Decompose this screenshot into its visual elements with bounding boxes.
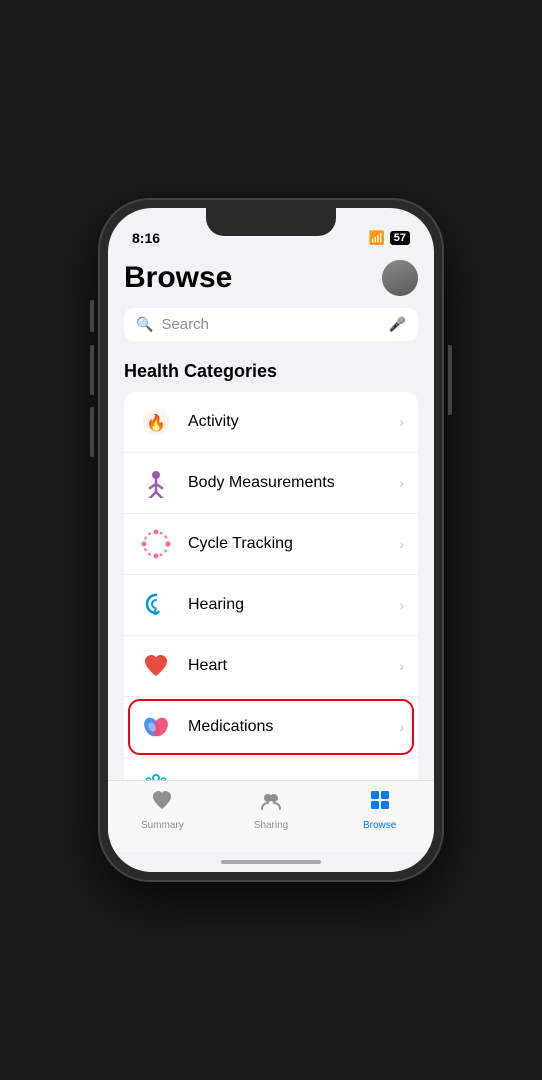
- search-placeholder-text: Search: [161, 316, 380, 333]
- page-header: Browse: [124, 252, 418, 308]
- home-bar: [221, 860, 321, 864]
- category-label: Medications: [188, 718, 399, 736]
- page-title: Browse: [124, 261, 232, 295]
- tab-browse-label: Browse: [363, 820, 396, 831]
- tab-summary[interactable]: Summary: [108, 789, 217, 831]
- list-item[interactable]: Hearing ›: [124, 575, 418, 636]
- microphone-icon[interactable]: 🎤: [389, 316, 406, 333]
- mindfulness-icon: [138, 770, 174, 780]
- chevron-right-icon: ›: [399, 475, 404, 491]
- status-time: 8:16: [132, 230, 160, 246]
- sharing-icon: [260, 789, 282, 817]
- category-label: Mindfulness: [188, 779, 399, 780]
- tab-bar: Summary Sharing: [108, 780, 434, 852]
- svg-text:🔥: 🔥: [146, 413, 166, 432]
- scroll-content: Browse 🔍 Search 🎤 Health Categories: [108, 252, 434, 780]
- hearing-icon: [138, 587, 174, 623]
- avatar-image: [382, 260, 418, 296]
- chevron-right-icon: ›: [399, 597, 404, 613]
- section-title: Health Categories: [124, 361, 418, 382]
- chevron-right-icon: ›: [399, 536, 404, 552]
- chevron-right-icon: ›: [399, 658, 404, 674]
- volume-down-button: [90, 407, 94, 457]
- search-bar[interactable]: 🔍 Search 🎤: [124, 308, 418, 341]
- browse-icon: [369, 789, 391, 817]
- list-item[interactable]: Heart ›: [124, 636, 418, 697]
- category-label: Activity: [188, 413, 399, 431]
- list-item[interactable]: Mindfulness ›: [124, 758, 418, 780]
- activity-icon: 🔥: [138, 404, 174, 440]
- heart-icon: [138, 648, 174, 684]
- phone-frame: 8:16 📶 57 Browse 🔍 Search 🎤 Heal: [100, 200, 442, 880]
- chevron-right-icon: ›: [399, 719, 404, 735]
- list-item[interactable]: Body Measurements ›: [124, 453, 418, 514]
- phone-screen: 8:16 📶 57 Browse 🔍 Search 🎤 Heal: [108, 208, 434, 872]
- category-label: Hearing: [188, 596, 399, 614]
- chevron-right-icon: ›: [399, 414, 404, 430]
- status-icons: 📶 57: [369, 230, 410, 246]
- category-label: Heart: [188, 657, 399, 675]
- power-button: [448, 345, 452, 415]
- category-list: 🔥 Activity ›: [124, 392, 418, 780]
- category-label: Cycle Tracking: [188, 535, 399, 553]
- tab-summary-label: Summary: [141, 820, 184, 831]
- summary-icon: [151, 789, 173, 817]
- medications-icon: [138, 709, 174, 745]
- search-icon: 🔍: [136, 316, 153, 333]
- category-label: Body Measurements: [188, 474, 399, 492]
- wifi-icon: 📶: [369, 230, 385, 246]
- tab-sharing[interactable]: Sharing: [217, 789, 326, 831]
- battery-icon: 57: [390, 231, 410, 245]
- avatar[interactable]: [382, 260, 418, 296]
- body-measurements-icon: [138, 465, 174, 501]
- notch: [206, 208, 336, 236]
- list-item[interactable]: 🔥 Activity ›: [124, 392, 418, 453]
- list-item[interactable]: Cycle Tracking ›: [124, 514, 418, 575]
- home-indicator: [108, 852, 434, 872]
- tab-sharing-label: Sharing: [254, 820, 288, 831]
- mute-button: [90, 300, 94, 332]
- tab-browse[interactable]: Browse: [325, 789, 434, 831]
- cycle-tracking-icon: [138, 526, 174, 562]
- list-item[interactable]: Medications ›: [124, 697, 418, 758]
- volume-up-button: [90, 345, 94, 395]
